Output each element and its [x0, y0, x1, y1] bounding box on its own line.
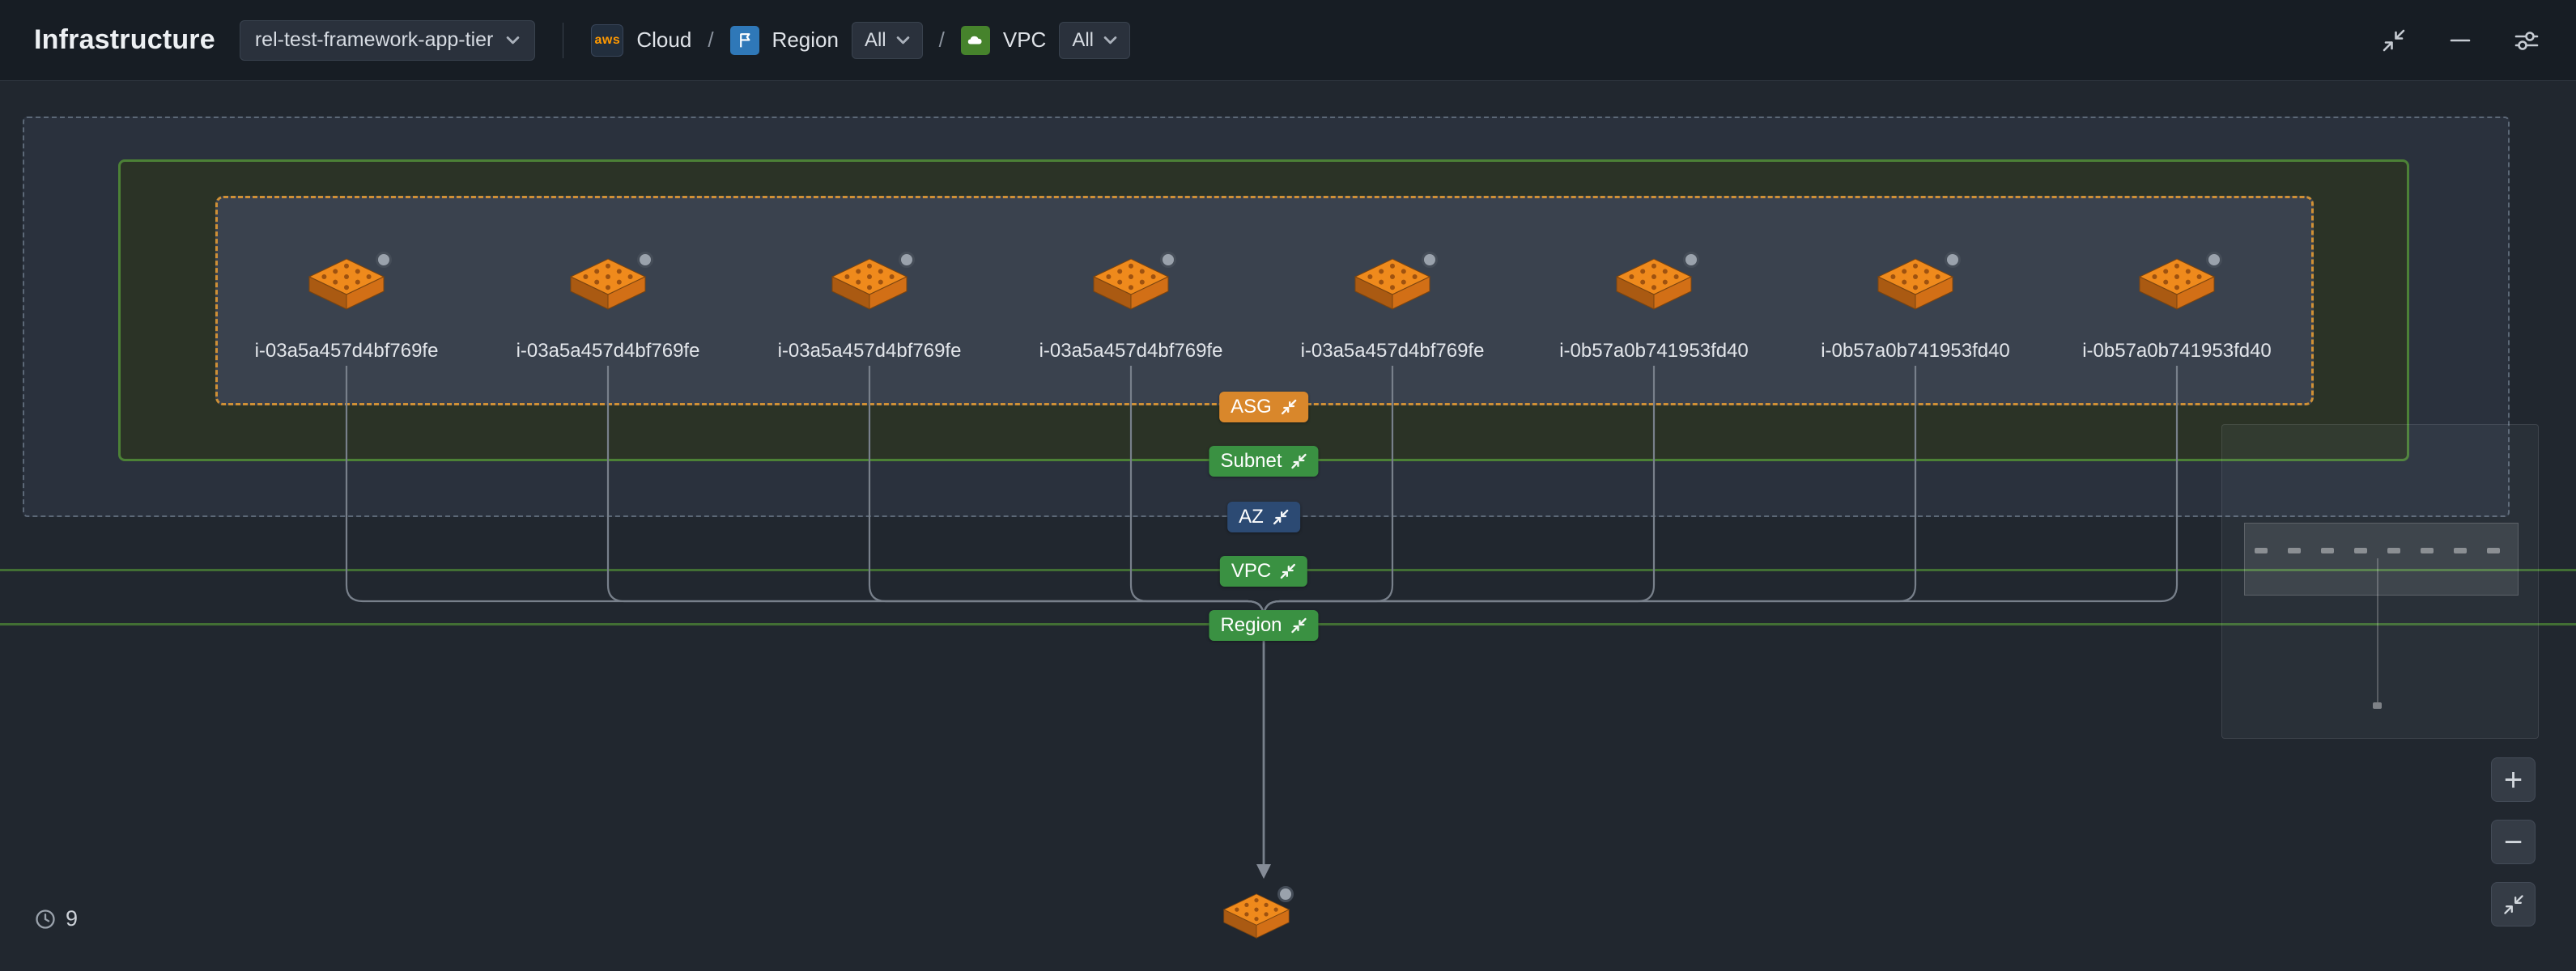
nodes-layer: i-03a5a457d4bf769fe i-03a5a457d4bf769fe i-…: [0, 81, 2576, 971]
ec2-instance-icon: [1615, 257, 1693, 311]
node-counter-value: 9: [66, 906, 78, 931]
header: Infrastructure rel-test-framework-app-ti…: [0, 0, 2576, 81]
vpc-icon: [961, 26, 990, 55]
ec2-instance-icon: [1092, 257, 1170, 311]
status-dot: [899, 252, 915, 268]
minus-icon: [2446, 27, 2474, 54]
minimap-node: [2387, 548, 2400, 553]
node-counter: 9: [34, 906, 78, 931]
chevron-down-icon: [506, 36, 520, 45]
status-dot: [637, 252, 653, 268]
instance-node[interactable]: i-0b57a0b741953fd40: [1794, 257, 2037, 363]
instance-id-label: i-03a5a457d4bf769fe: [1301, 340, 1485, 363]
instance-node[interactable]: i-03a5a457d4bf769fe: [225, 257, 468, 363]
breadcrumb: aws Cloud / Region All / VPC All: [591, 22, 1130, 59]
vpc-filter-dropdown[interactable]: All: [1059, 22, 1130, 59]
collapse-arrows-icon: [2380, 27, 2408, 54]
scope-dropdown[interactable]: rel-test-framework-app-tier: [240, 20, 536, 61]
zoom-out-label: −: [2504, 826, 2523, 859]
minimap-node: [2421, 548, 2434, 553]
instance-id-label: i-0b57a0b741953fd40: [1821, 340, 2010, 363]
page-title: Infrastructure: [34, 24, 215, 56]
breadcrumb-separator: /: [939, 28, 945, 53]
minimap-viewport[interactable]: [2244, 523, 2519, 596]
collapse-all-button[interactable]: [2378, 25, 2409, 56]
region-icon: [730, 26, 759, 55]
instance-id-label: i-0b57a0b741953fd40: [2082, 340, 2272, 363]
minimap-node: [2288, 548, 2301, 553]
minimize-button[interactable]: [2445, 25, 2476, 56]
region-filter-dropdown[interactable]: All: [852, 22, 923, 59]
instance-node[interactable]: i-03a5a457d4bf769fe: [1271, 257, 1514, 363]
region-filter-value: All: [865, 29, 886, 52]
status-dot: [1422, 252, 1438, 268]
fit-view-icon: [2502, 893, 2526, 917]
instance-id-label: i-03a5a457d4bf769fe: [255, 340, 439, 363]
aws-cloud-icon: aws: [591, 24, 623, 57]
fit-view-button[interactable]: [2491, 882, 2536, 926]
minimap-node: [2354, 548, 2367, 553]
ec2-instance-icon: [1354, 257, 1431, 311]
ec2-instance-icon: [2138, 257, 2216, 311]
infrastructure-canvas[interactable]: ASGSubnetAZVPCRegion i-03a5a457d4bf769fe…: [0, 81, 2576, 971]
breadcrumb-cloud-label[interactable]: Cloud: [636, 28, 691, 53]
chevron-down-icon: [1103, 36, 1117, 45]
instance-id-label: i-03a5a457d4bf769fe: [1039, 340, 1223, 363]
instance-node[interactable]: i-03a5a457d4bf769fe: [1010, 257, 1252, 363]
zoom-controls: + −: [2491, 757, 2536, 926]
zoom-out-button[interactable]: −: [2491, 820, 2536, 864]
zoom-in-label: +: [2504, 764, 2523, 796]
breadcrumb-region-label[interactable]: Region: [772, 28, 839, 53]
scope-dropdown-value: rel-test-framework-app-tier: [255, 28, 494, 52]
instance-node[interactable]: i-0b57a0b741953fd40: [1532, 257, 1775, 363]
chevron-down-icon: [896, 36, 910, 45]
minimap-node: [2321, 548, 2334, 553]
status-dot: [376, 252, 392, 268]
clock-icon: [34, 908, 57, 931]
instance-id-label: i-03a5a457d4bf769fe: [778, 340, 962, 363]
header-actions: [2378, 25, 2542, 56]
zoom-in-button[interactable]: +: [2491, 757, 2536, 802]
ec2-instance-icon: [569, 257, 647, 311]
minimap-node: [2454, 548, 2467, 553]
minimap-node: [2487, 548, 2500, 553]
minimap-node: [2255, 548, 2268, 553]
target-instance-node[interactable]: [1222, 893, 1290, 939]
breadcrumb-vpc-label[interactable]: VPC: [1003, 28, 1046, 53]
aws-icon-label: aws: [595, 33, 621, 48]
status-dot: [1945, 252, 1961, 268]
minimap[interactable]: [2221, 424, 2539, 739]
minimap-target-node: [2373, 702, 2382, 709]
instance-node[interactable]: i-0b57a0b741953fd40: [2055, 257, 2298, 363]
ec2-instance-icon: [831, 257, 908, 311]
filter-settings-button[interactable]: [2511, 25, 2542, 56]
instance-node[interactable]: i-03a5a457d4bf769fe: [748, 257, 991, 363]
status-dot: [1277, 886, 1294, 902]
instance-node[interactable]: i-03a5a457d4bf769fe: [487, 257, 729, 363]
tune-sliders-icon: [2513, 27, 2540, 54]
instance-id-label: i-0b57a0b741953fd40: [1559, 340, 1749, 363]
status-dot: [1683, 252, 1699, 268]
ec2-instance-icon: [308, 257, 385, 311]
instance-id-label: i-03a5a457d4bf769fe: [516, 340, 700, 363]
status-dot: [2206, 252, 2222, 268]
breadcrumb-separator: /: [708, 28, 713, 53]
ec2-instance-icon: [1877, 257, 1954, 311]
vpc-filter-value: All: [1072, 29, 1094, 52]
status-dot: [1160, 252, 1176, 268]
minimap-edge: [2377, 558, 2378, 702]
